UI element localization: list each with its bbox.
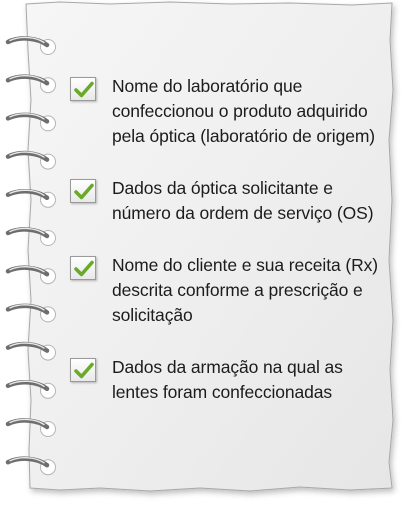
checkbox[interactable] bbox=[70, 179, 96, 203]
checkmark-icon bbox=[74, 183, 94, 200]
checklist-item-frame: Dados da armação na qual as lentes foram… bbox=[70, 355, 380, 405]
checklist-item-text: Nome do laboratório que confeccionou o p… bbox=[112, 76, 376, 146]
checkmark-icon bbox=[74, 362, 94, 379]
checkbox[interactable] bbox=[70, 358, 96, 382]
checklist-item-text: Nome do cliente e sua receita (Rx) descr… bbox=[112, 255, 379, 325]
checklist: Nome do laboratório que confeccionou o p… bbox=[70, 74, 380, 405]
checklist-item-optics: Dados da óptica solicitante e número da … bbox=[70, 176, 380, 226]
checkmark-icon bbox=[74, 81, 94, 98]
checklist-item-text: Dados da armação na qual as lentes foram… bbox=[112, 357, 343, 402]
checklist-item-client: Nome do cliente e sua receita (Rx) descr… bbox=[70, 253, 380, 328]
checklist-item-text: Dados da óptica solicitante e número da … bbox=[112, 178, 374, 223]
checkbox[interactable] bbox=[70, 256, 96, 280]
checkbox[interactable] bbox=[70, 77, 96, 101]
checklist-item-lab: Nome do laboratório que confeccionou o p… bbox=[70, 74, 380, 149]
checkmark-icon bbox=[74, 260, 94, 277]
